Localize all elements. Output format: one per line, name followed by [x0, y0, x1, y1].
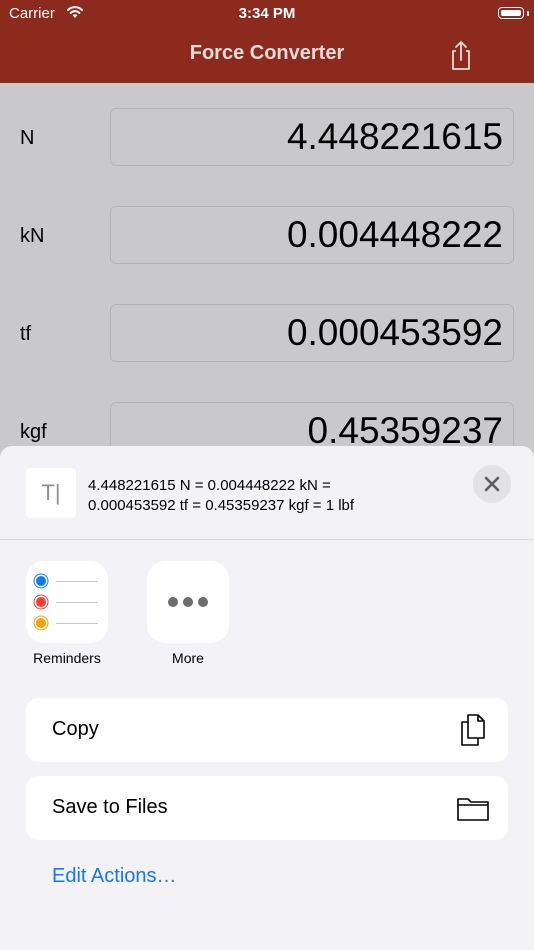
reminders-label: Reminders [33, 650, 101, 666]
copy-icon [456, 712, 490, 748]
value-field-n[interactable]: 4.448221615 [110, 108, 514, 166]
unit-label: kgf [20, 421, 47, 443]
copy-button[interactable]: Copy [26, 698, 508, 762]
text-document-icon: T| [26, 468, 76, 518]
share-preview-text: 4.448221615 N = 0.004448222 kN = 0.00045… [88, 476, 448, 516]
converter-row-n: N 4.448221615 [0, 108, 534, 168]
battery-tip [527, 11, 529, 16]
share-preview-line: 0.000453592 tf = 0.45359237 kgf = 1 lbf [88, 497, 355, 514]
save-to-files-button[interactable]: Save to Files [26, 776, 508, 840]
navigation-bar: Force Converter [0, 28, 534, 83]
unit-label: kN [20, 225, 45, 247]
converter-row-tf: tf 0.000453592 [0, 304, 534, 364]
close-icon [484, 476, 500, 492]
share-preview-line: 4.448221615 N = 0.004448222 kN = [88, 477, 331, 494]
unit-label: N [20, 127, 35, 149]
share-sheet: T| 4.448221615 N = 0.004448222 kN = 0.00… [0, 446, 534, 950]
share-icon[interactable] [447, 39, 475, 71]
save-to-files-label: Save to Files [52, 796, 168, 818]
folder-icon [456, 790, 490, 826]
copy-label: Copy [52, 718, 99, 740]
battery-icon [498, 7, 524, 19]
converter-list: N 4.448221615 kN 0.004448222 tf 0.000453… [0, 83, 534, 483]
more-label: More [172, 650, 204, 666]
more-icon[interactable] [147, 561, 229, 643]
value-field-tf[interactable]: 0.000453592 [110, 304, 514, 362]
status-time: 3:34 PM [238, 5, 296, 22]
converter-row-kn: kN 0.004448222 [0, 206, 534, 266]
status-bar: Carrier 3:34 PM [0, 0, 534, 28]
unit-label: tf [20, 323, 32, 345]
reminders-icon[interactable] [26, 561, 108, 643]
value-field-kn[interactable]: 0.004448222 [110, 206, 514, 264]
divider [0, 539, 534, 540]
close-button[interactable] [473, 465, 511, 503]
edit-actions-link[interactable]: Edit Actions… [52, 865, 177, 888]
